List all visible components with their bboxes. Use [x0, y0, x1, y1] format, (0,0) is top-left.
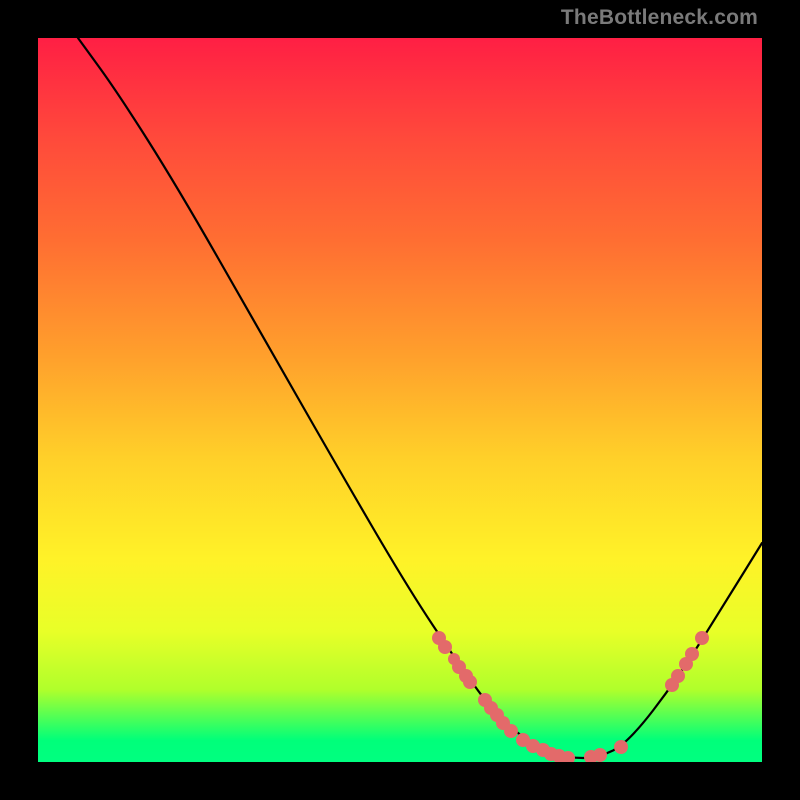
curve-marker [438, 640, 452, 654]
plot-svg [38, 38, 762, 762]
curve-marker [614, 740, 628, 754]
attribution-label: TheBottleneck.com [561, 6, 758, 30]
frame: TheBottleneck.com [0, 0, 800, 800]
curve-marker [504, 724, 518, 738]
curve-marker [685, 647, 699, 661]
curve-marker [695, 631, 709, 645]
curve-markers [432, 631, 709, 762]
bottleneck-gradient-plot [38, 38, 762, 762]
curve-marker [671, 669, 685, 683]
curve-marker [463, 675, 477, 689]
curve-line [78, 38, 762, 758]
curve-marker [593, 748, 607, 762]
